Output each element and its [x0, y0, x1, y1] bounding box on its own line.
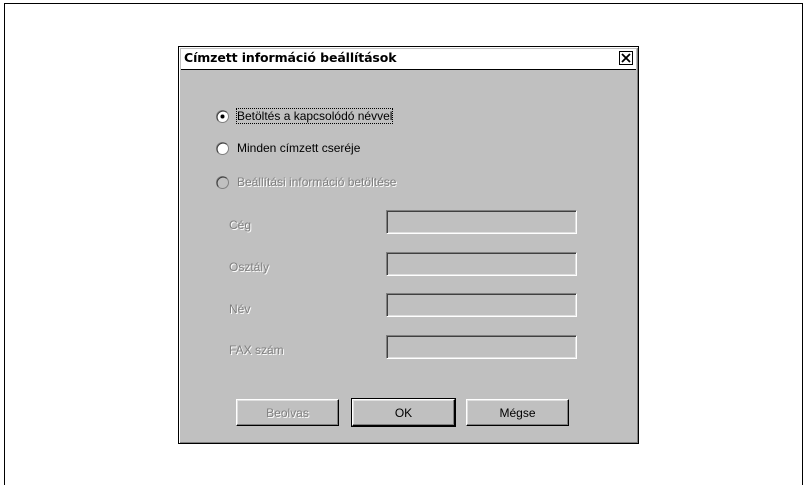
fax-number-label: FAX szám: [229, 343, 284, 357]
ok-button[interactable]: OK: [351, 398, 456, 427]
radio-label-load-related-name: Betöltés a kapcsolódó névvel: [235, 108, 394, 124]
radio-checked-icon[interactable]: [216, 109, 229, 123]
close-button[interactable]: [619, 51, 633, 65]
radio-replace-all-recipients[interactable]: Minden címzett cseréje: [216, 140, 360, 156]
department-field: [386, 252, 577, 276]
radio-load-related-name[interactable]: Betöltés a kapcsolódó névvel: [216, 108, 394, 124]
company-label: Cég: [229, 218, 252, 232]
name-field: [386, 293, 577, 317]
insert-button: Beolvas: [236, 399, 339, 426]
dialog-title: Címzett információ beállítások: [184, 50, 397, 65]
radio-disabled-icon: [216, 175, 229, 189]
radio-load-settings-info: Beállítási információ betöltése: [216, 174, 396, 190]
company-field: [386, 210, 577, 234]
close-icon: [621, 53, 631, 63]
department-label: Osztály: [229, 260, 270, 274]
radio-label-replace-all-recipients: Minden címzett cseréje: [237, 141, 361, 155]
name-label: Név: [229, 302, 251, 316]
recipient-info-settings-dialog: Címzett információ beállítások Betöltés …: [178, 46, 639, 444]
radio-unchecked-icon[interactable]: [216, 141, 229, 155]
cancel-button[interactable]: Mégse: [466, 399, 569, 426]
radio-label-load-settings-info: Beállítási információ betöltése: [237, 175, 397, 189]
fax-number-field: [386, 335, 577, 359]
title-bar: Címzett információ beállítások: [181, 49, 636, 70]
